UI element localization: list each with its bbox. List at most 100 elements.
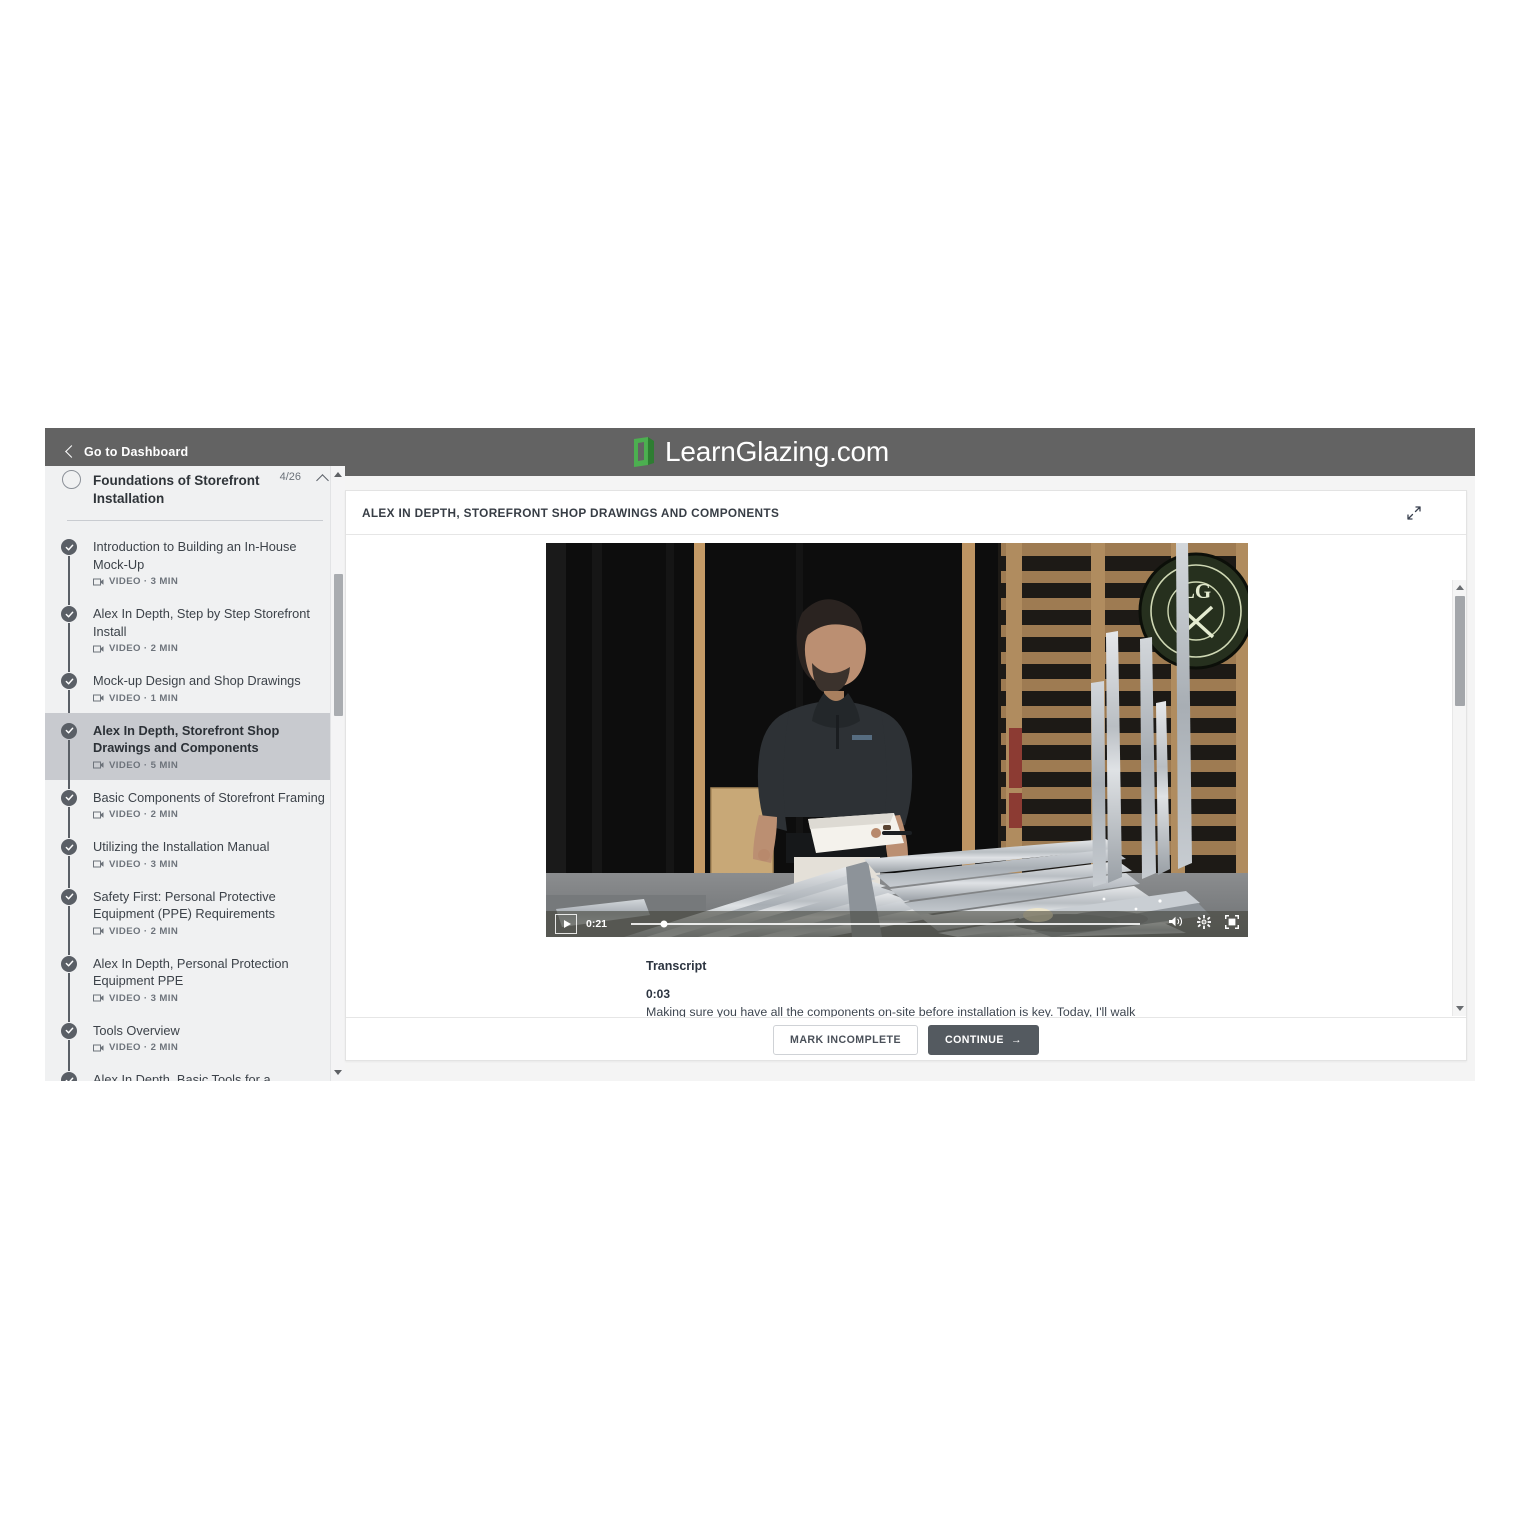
check-circle-icon	[61, 888, 77, 905]
content-scrollbar[interactable]	[1452, 580, 1466, 1016]
check-circle-icon	[61, 539, 77, 555]
lesson-meta-label: VIDEO · 3 MIN	[109, 576, 179, 587]
list-item[interactable]: Alex In Depth, Basic Tools for a Storefr…	[45, 1062, 345, 1081]
video-camera-icon	[93, 645, 104, 652]
expand-fullscreen-icon[interactable]	[1406, 505, 1422, 521]
transcript-section: Transcript 0:03 Making sure you have all…	[646, 959, 1266, 1017]
section-divider	[67, 520, 323, 521]
list-item-active[interactable]: Alex In Depth, Storefront Shop Drawings …	[45, 712, 345, 789]
lesson-meta: VIDEO · 2 MIN	[93, 926, 327, 937]
volume-icon[interactable]	[1168, 915, 1183, 933]
check-circle-icon	[61, 673, 77, 689]
current-time: 0:21	[586, 918, 608, 930]
learnglazing-logo-icon	[633, 437, 654, 467]
lesson-meta: VIDEO · 3 MIN	[93, 993, 327, 1004]
video-camera-icon	[93, 860, 104, 868]
check-circle-icon	[61, 789, 77, 806]
sidebar-scrollbar-thumb[interactable]	[334, 574, 343, 716]
transcript-heading: Transcript	[646, 959, 707, 973]
lesson-meta-label: VIDEO · 3 MIN	[109, 992, 179, 1004]
lesson-title: Alex In Depth, Storefront Shop Drawings …	[93, 722, 280, 756]
progress-knob[interactable]	[660, 920, 668, 928]
list-item[interactable]: Safety First: Personal Protective Equipm…	[45, 879, 345, 955]
scroll-up-arrow-icon[interactable]	[334, 472, 342, 477]
lesson-meta-label: VIDEO · 2 MIN	[109, 1042, 179, 1053]
video-camera-icon	[93, 811, 104, 818]
progress-scrubber[interactable]	[631, 920, 1140, 928]
lesson-meta-label: VIDEO · 3 MIN	[109, 858, 179, 870]
check-circle-icon	[61, 955, 77, 972]
lesson-body: LG 0:21 Transcript 0:03 Making sure you …	[346, 535, 1466, 1017]
course-sidebar: Foundations of Storefront Installation 4…	[45, 466, 345, 1081]
lesson-meta: VIDEO · 3 MIN	[93, 576, 327, 587]
transcript-timestamp[interactable]: 0:03	[646, 987, 1266, 1001]
continue-button[interactable]: CONTINUE →	[927, 1024, 1039, 1055]
page-title: ALEX IN DEPTH, STOREFRONT SHOP DRAWINGS …	[362, 505, 780, 520]
video-camera-icon	[93, 578, 104, 585]
empty-circle-icon	[62, 470, 81, 489]
video-camera-icon	[93, 761, 104, 769]
check-circle-icon	[61, 839, 77, 855]
content-scrollbar-thumb[interactable]	[1455, 596, 1465, 706]
lesson-meta: VIDEO · 2 MIN	[93, 643, 327, 654]
lesson-list: Introduction to Building an In-House Moc…	[45, 529, 345, 1081]
check-circle-icon	[61, 1022, 77, 1039]
go-to-dashboard-link[interactable]: Go to Dashboard	[65, 445, 189, 459]
lesson-title: Mock-up Design and Shop Drawings	[93, 673, 301, 688]
sidebar-scrollbar[interactable]	[330, 466, 345, 1081]
lesson-meta: VIDEO · 3 MIN	[93, 859, 327, 870]
mark-incomplete-button[interactable]: MARK INCOMPLETE	[773, 1024, 918, 1055]
scroll-down-arrow-icon[interactable]	[1455, 1006, 1464, 1011]
section-header[interactable]: Foundations of Storefront Installation 4…	[45, 466, 345, 518]
scroll-down-arrow-icon[interactable]	[334, 1070, 342, 1075]
list-item[interactable]: Utilizing the Installation Manual VIDEO …	[45, 829, 345, 888]
check-circle-icon	[61, 722, 77, 739]
video-player[interactable]: LG 0:21	[546, 543, 1248, 937]
continue-label: CONTINUE	[944, 1033, 1004, 1046]
lesson-meta: VIDEO · 2 MIN	[93, 1042, 327, 1053]
course-player-app: Go to Dashboard LearnGlazing.com Foundat…	[45, 428, 1475, 1081]
lesson-header: ALEX IN DEPTH, STOREFRONT SHOP DRAWINGS …	[346, 491, 1466, 535]
list-item[interactable]: Mock-up Design and Shop Drawings VIDEO ·…	[45, 663, 345, 722]
lesson-title: Basic Components of Storefront Framing	[93, 789, 325, 805]
main-content: ALEX IN DEPTH, STOREFRONT SHOP DRAWINGS …	[345, 476, 1475, 1081]
brand-name: LearnGlazing.com	[664, 436, 890, 467]
lesson-meta-label: VIDEO · 2 MIN	[109, 925, 179, 937]
lesson-card: ALEX IN DEPTH, STOREFRONT SHOP DRAWINGS …	[345, 490, 1467, 1061]
transcript-text: Making sure you have all the components …	[646, 1005, 1136, 1017]
lesson-footer: MARK INCOMPLETE CONTINUE →	[346, 1017, 1466, 1060]
arrow-right-icon: →	[1010, 1033, 1022, 1046]
chevron-up-icon[interactable]	[316, 474, 329, 487]
video-camera-icon	[93, 927, 104, 935]
play-icon[interactable]	[555, 914, 577, 934]
lesson-title: Utilizing the Installation Manual	[93, 839, 270, 854]
lesson-meta: VIDEO · 5 MIN	[93, 760, 327, 771]
lesson-meta: VIDEO · 1 MIN	[93, 693, 327, 704]
chevron-left-icon	[65, 445, 78, 458]
video-frame: LG	[546, 543, 1248, 937]
lesson-meta-label: VIDEO · 5 MIN	[109, 759, 179, 771]
lesson-title: Introduction to Building an In-House Moc…	[93, 539, 297, 572]
section-progress-count: 4/26	[279, 471, 301, 483]
lesson-title: Tools Overview	[93, 1022, 180, 1038]
video-camera-icon	[93, 994, 104, 1002]
lesson-title: Safety First: Personal Protective Equipm…	[93, 888, 276, 922]
video-camera-icon	[93, 1044, 104, 1051]
gear-icon[interactable]	[1197, 914, 1211, 934]
list-item[interactable]: Basic Components of Storefront Framing V…	[45, 780, 345, 838]
lesson-meta: VIDEO · 2 MIN	[93, 809, 327, 820]
lesson-meta-label: VIDEO · 2 MIN	[109, 809, 179, 820]
list-item[interactable]: Alex In Depth, Step by Step Storefront I…	[45, 596, 345, 672]
lesson-title: Alex In Depth, Step by Step Storefront I…	[93, 606, 310, 639]
lesson-title: Alex In Depth, Basic Tools for a Storefr…	[93, 1072, 271, 1081]
list-item[interactable]: Introduction to Building an In-House Moc…	[45, 529, 345, 605]
list-item[interactable]: Alex In Depth, Personal Protection Equip…	[45, 946, 345, 1022]
fullscreen-icon[interactable]	[1224, 914, 1240, 934]
lesson-meta-label: VIDEO · 1 MIN	[109, 692, 179, 704]
list-item[interactable]: Tools Overview VIDEO · 2 MIN	[45, 1013, 345, 1071]
scroll-up-arrow-icon[interactable]	[1455, 585, 1464, 590]
lesson-title: Alex In Depth, Personal Protection Equip…	[93, 955, 289, 989]
video-camera-icon	[93, 694, 104, 702]
go-to-dashboard-label: Go to Dashboard	[84, 445, 189, 459]
check-circle-icon	[61, 1072, 77, 1081]
